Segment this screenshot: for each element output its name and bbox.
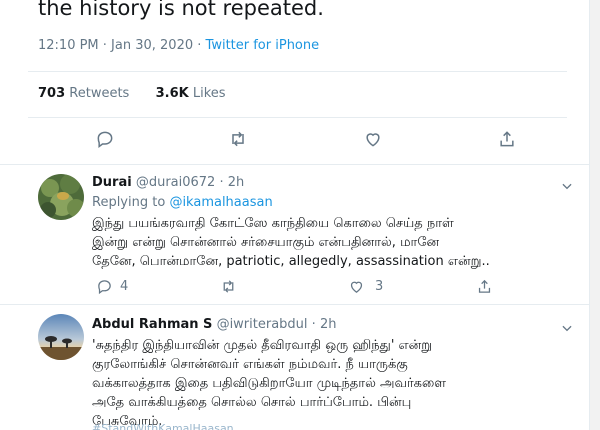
meta-separator: ·	[311, 317, 320, 332]
reply-text: இந்து பயங்கரவாதி கோட்ஸே காந்தியை கொலை செ…	[92, 214, 562, 271]
reply-text-line: தேனே, பொன்மானே, patriotic, allegedly, as…	[92, 254, 490, 269]
reply-icon[interactable]	[96, 278, 113, 295]
reply-count: 4	[120, 279, 129, 294]
meta-separator: ·	[197, 38, 206, 53]
reply-header: Abdul Rahman S @iwriterabdul · 2h	[92, 317, 336, 332]
scrollbar-track[interactable]	[589, 0, 600, 430]
retweets-stat[interactable]: 703 Retweets	[38, 86, 129, 101]
reply-tweet[interactable]: Abdul Rahman S @iwriterabdul · 2h 'சுதந்…	[28, 304, 588, 430]
avatar[interactable]	[38, 174, 84, 220]
reply-text-line: இந்து பயங்கரவாதி கோட்ஸே காந்தியை கொலை செ…	[92, 216, 454, 231]
likes-stat[interactable]: 3.6K Likes	[156, 86, 226, 101]
retweet-icon[interactable]	[228, 129, 248, 149]
reply-text-line: அதே வாக்கியத்தை சொல்ல சொல் பார்ப்போம். ப…	[92, 395, 412, 410]
tweet-text: the history is not repeated.	[38, 0, 324, 20]
tweet-actions	[95, 129, 515, 151]
tweet-source-link[interactable]: Twitter for iPhone	[206, 38, 320, 53]
reply-text-line: வக்காலத்தாக இதை பதிவிடுகிறாயோ முடிந்தால்…	[92, 376, 447, 391]
retweets-count: 703	[38, 86, 66, 101]
share-icon[interactable]	[497, 129, 517, 149]
meta-separator: ·	[219, 175, 228, 190]
tweet-meta: 12:10 PM · Jan 30, 2020 · Twitter for iP…	[38, 38, 319, 53]
chevron-down-icon[interactable]	[560, 178, 574, 192]
likes-label: Likes	[192, 86, 226, 101]
reply-time[interactable]: 2h	[320, 317, 337, 332]
reply-time[interactable]: 2h	[228, 175, 245, 190]
like-icon[interactable]	[363, 129, 383, 149]
user-handle[interactable]: @iwriterabdul	[217, 317, 308, 332]
retweet-icon[interactable]	[220, 278, 237, 295]
chevron-down-icon[interactable]	[560, 320, 574, 334]
divider	[28, 71, 567, 72]
user-handle[interactable]: @durai0672	[136, 175, 216, 190]
divider	[28, 117, 567, 118]
reply-text-line: இன்று என்று சொன்னால் சர்சையாகும் என்பதின…	[92, 235, 440, 250]
reply-icon[interactable]	[95, 129, 115, 149]
avatar[interactable]	[38, 314, 84, 360]
replying-prefix: Replying to	[92, 195, 166, 210]
display-name[interactable]: Durai	[92, 175, 132, 190]
reply-text-line: 'சுதந்திர இந்தியாவின் முதல் தீவிரவாதி ஒர…	[92, 338, 433, 353]
like-icon[interactable]	[348, 278, 365, 295]
reply-header: Durai @durai0672 · 2h	[92, 175, 244, 190]
reply-actions: 4 3	[92, 278, 512, 296]
tweet-timestamp[interactable]: 12:10 PM · Jan 30, 2020	[38, 38, 193, 53]
replying-to: Replying to @ikamalhaasan	[92, 195, 273, 210]
like-count: 3	[375, 279, 384, 294]
tweet-stats: 703 Retweets 3.6K Likes	[38, 86, 226, 101]
reply-text-line: குரலோங்கிச் சொன்னவர் எங்கள் நம்மவர். நீ …	[92, 357, 408, 372]
tweet-thread: the history is not repeated. 12:10 PM · …	[0, 0, 589, 430]
display-name[interactable]: Abdul Rahman S	[92, 317, 212, 332]
reply-tweet[interactable]: Durai @durai0672 · 2h Replying to @ikama…	[28, 164, 588, 304]
likes-count: 3.6K	[155, 86, 189, 101]
mention-link[interactable]: @ikamalhaasan	[169, 195, 272, 210]
reply-text: 'சுதந்திர இந்தியாவின் முதல் தீவிரவாதி ஒர…	[92, 336, 562, 430]
retweets-label: Retweets	[69, 86, 130, 101]
hashtag-link[interactable]: #StandWithKamalHaasan	[92, 422, 242, 430]
share-icon[interactable]	[476, 278, 493, 295]
